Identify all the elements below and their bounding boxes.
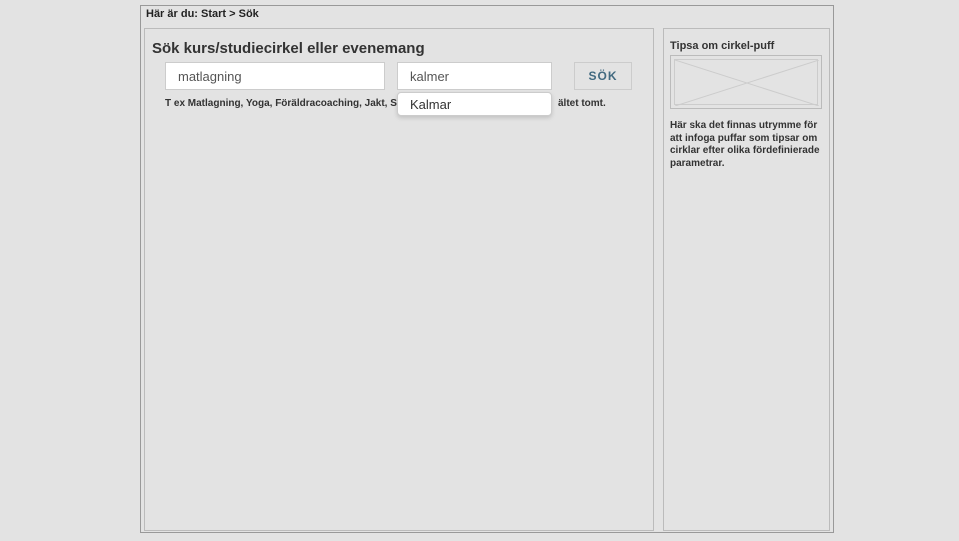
keyword-hint: T ex Matlagning, Yoga, Föräldracoaching,… xyxy=(165,98,431,109)
breadcrumb-prefix: Här är du: xyxy=(146,8,198,20)
sidebar-description: Här ska det finnas utrymme för att infog… xyxy=(670,120,822,170)
location-suggestion-dropdown[interactable]: Kalmar xyxy=(397,92,552,116)
sidebar-title: Tipsa om cirkel-puff xyxy=(670,40,774,52)
breadcrumb: Här är du: Start > Sök xyxy=(146,8,259,20)
search-button[interactable]: SÖK xyxy=(574,62,632,90)
location-value: kalmer xyxy=(410,69,449,84)
keyword-input[interactable]: matlagning xyxy=(165,62,385,90)
breadcrumb-path: Start > Sök xyxy=(201,8,259,20)
location-input[interactable]: kalmer xyxy=(397,62,552,90)
keyword-value: matlagning xyxy=(178,69,242,84)
sidebar-placeholder-box xyxy=(670,55,822,109)
placeholder-cross-icon xyxy=(675,60,819,106)
search-title: Sök kurs/studiecirkel eller evenemang xyxy=(152,40,425,57)
location-hint-tail: ältet tomt. xyxy=(558,98,606,109)
dropdown-option: Kalmar xyxy=(410,97,451,112)
canvas: Här är du: Start > Sök Sök kurs/studieci… xyxy=(0,0,959,541)
search-button-label: SÖK xyxy=(588,69,617,83)
sidebar-placeholder-inner xyxy=(674,59,818,105)
